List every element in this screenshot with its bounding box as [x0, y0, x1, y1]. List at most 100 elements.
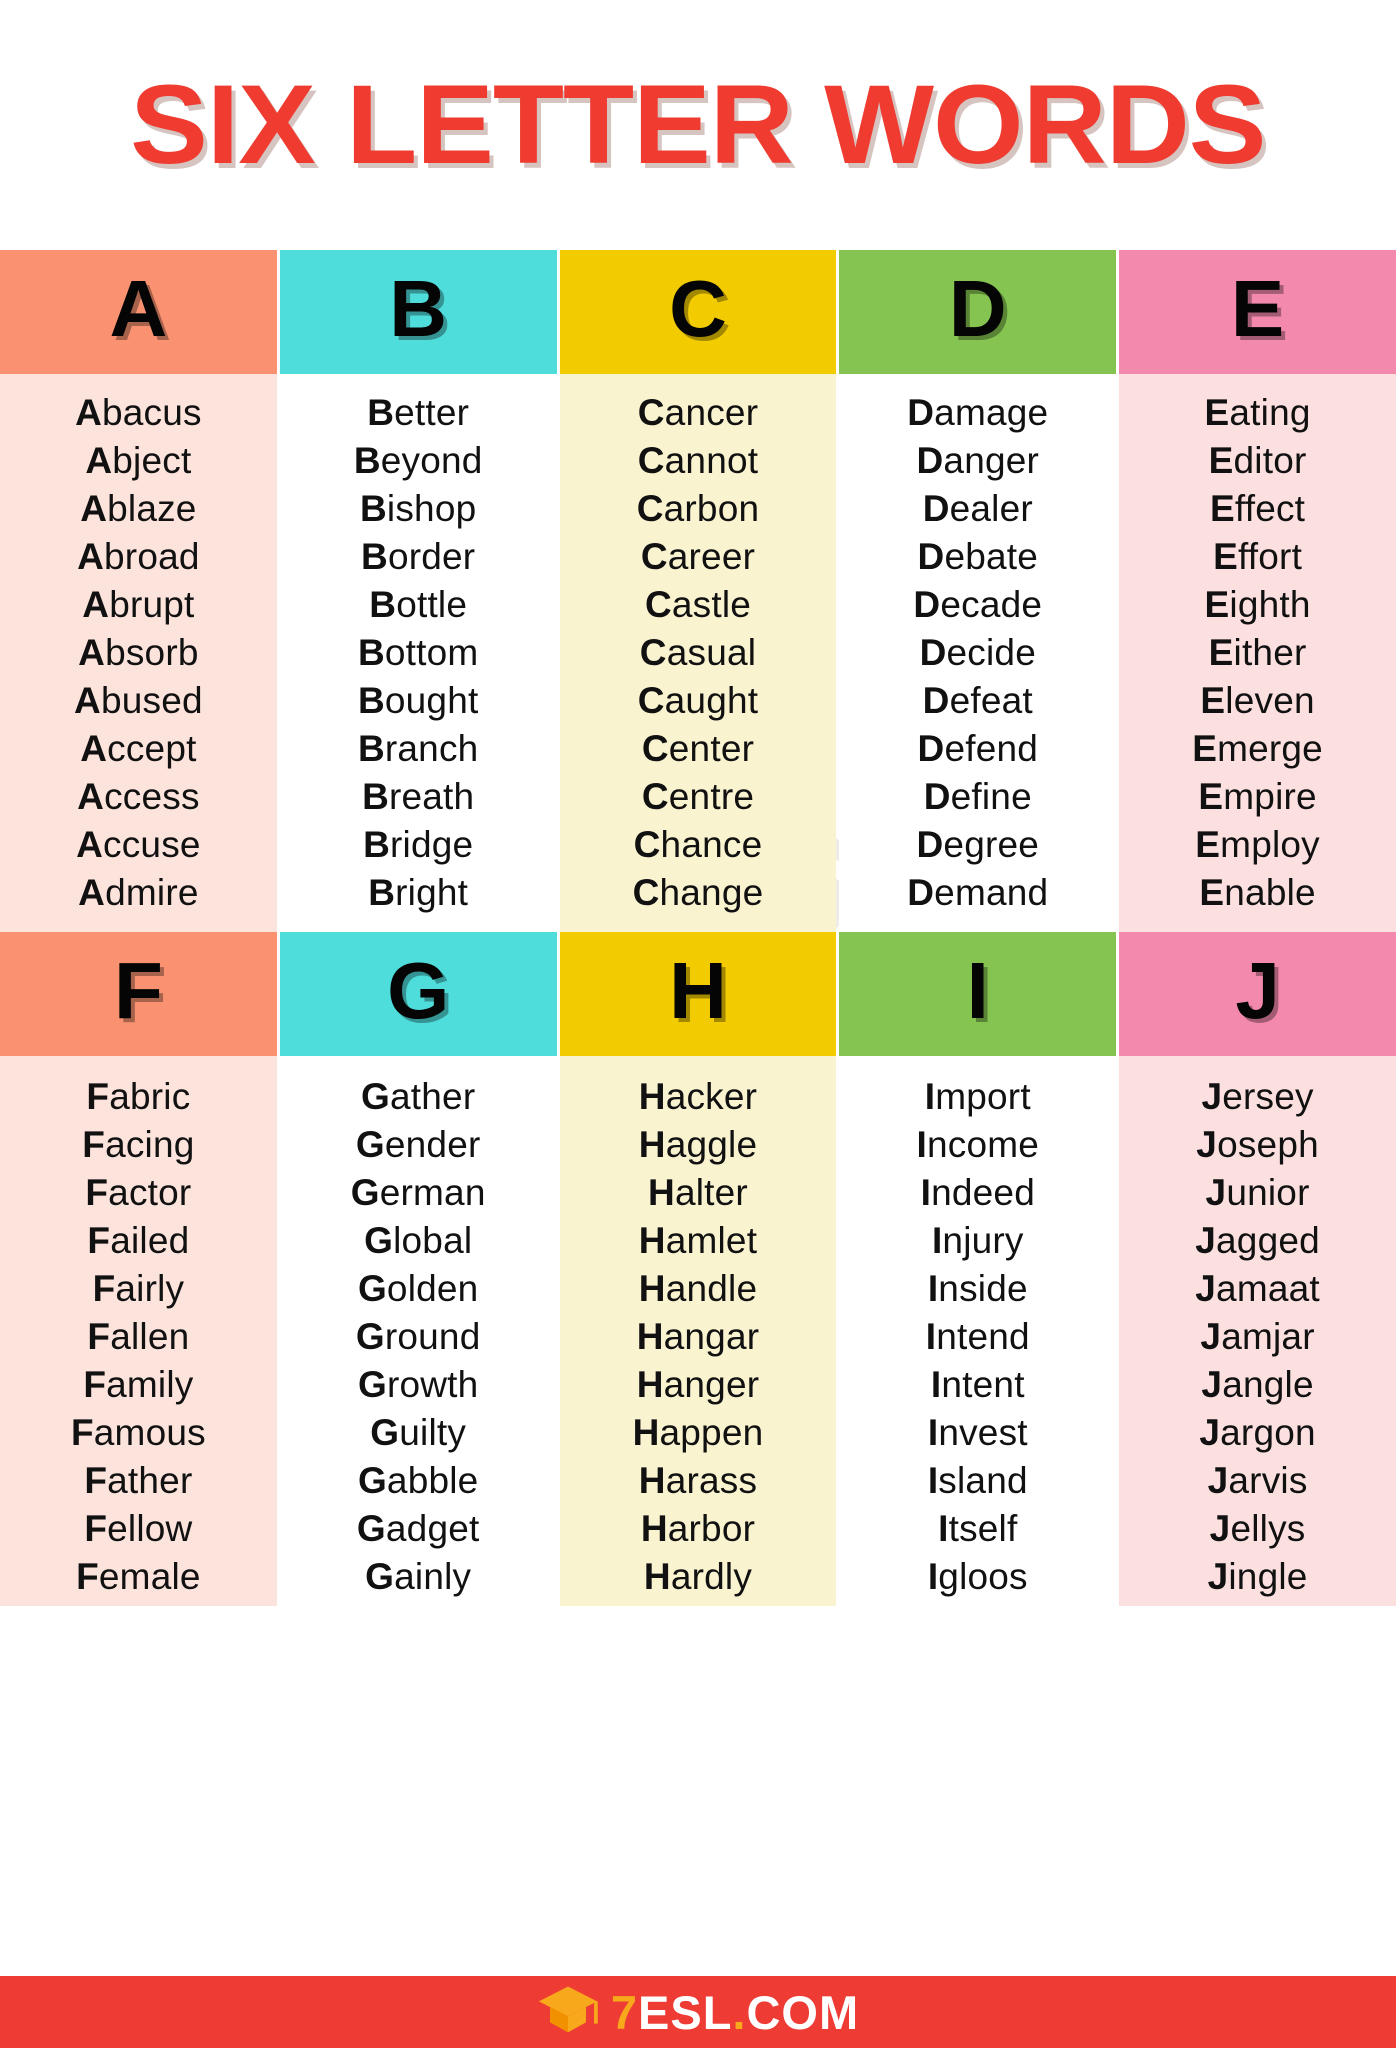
word-item: Beyond [354, 436, 483, 484]
word-remainder: ought [384, 679, 479, 721]
word-initial: D [922, 679, 950, 721]
word-item: Absorb [78, 628, 198, 676]
word-item: Center [642, 724, 754, 772]
word-item: Accept [80, 724, 196, 772]
word-initial: J [1207, 1555, 1229, 1597]
word-remainder: mpire [1223, 775, 1317, 817]
letter-header-b[interactable]: B [279, 250, 557, 374]
word-initial: J [1205, 1171, 1227, 1213]
letter-header-c[interactable]: C [559, 250, 837, 374]
word-initial: F [82, 1123, 106, 1165]
word-initial: E [1195, 823, 1221, 865]
word-initial: F [84, 1507, 108, 1549]
word-remainder: appen [659, 1411, 764, 1453]
word-initial: E [1204, 391, 1230, 433]
word-column-e: Eating Editor Effect Effort Eighth Either Elev… [1119, 374, 1396, 932]
word-remainder: round [384, 1315, 481, 1357]
word-column-j: Jersey Joseph Junior Jagged Jamaat Jamjar Jang… [1119, 1056, 1396, 1606]
word-item: Damage [907, 388, 1048, 436]
letter-header-row: F G H I J [0, 932, 1396, 1056]
word-item: Demand [907, 868, 1048, 916]
word-remainder: ighth [1229, 583, 1311, 625]
letter-section: A B C D E Abacus Abject Ablaze Abroad Abrupt Absor… [0, 250, 1396, 932]
word-initial: B [368, 871, 396, 913]
word-remainder: ingle [1228, 1555, 1308, 1597]
word-item: Eleven [1200, 676, 1314, 724]
word-initial: B [357, 727, 385, 769]
word-remainder: ishop [386, 487, 477, 529]
letter-section: F G H I J Fabric Facing Factor Failed Fairly Falle… [0, 932, 1396, 1606]
word-initial: B [357, 679, 385, 721]
page-title: SIX LETTER WORDS [130, 62, 1266, 187]
word-initial: B [353, 439, 381, 481]
word-initial: I [925, 1315, 937, 1357]
word-remainder: amlet [665, 1219, 758, 1261]
word-remainder: erman [379, 1171, 486, 1213]
word-initial: C [633, 823, 661, 865]
word-remainder: angar [663, 1315, 760, 1357]
word-initial: B [362, 775, 389, 817]
word-remainder: acker [665, 1075, 758, 1117]
word-item: Abacus [75, 388, 202, 436]
letter-header-g[interactable]: G [279, 932, 557, 1056]
letter-header-a[interactable]: A [0, 250, 277, 374]
word-remainder: uilty [399, 1411, 467, 1453]
word-item: Chance [634, 820, 763, 868]
word-remainder: ather [390, 1075, 476, 1117]
word-item: Dealer [923, 484, 1033, 532]
word-remainder: ender [384, 1123, 481, 1165]
word-initial: I [927, 1459, 939, 1501]
word-item: Degree [917, 820, 1040, 868]
word-initial: C [641, 775, 669, 817]
word-item: Change [633, 868, 764, 916]
word-item: Fellow [84, 1504, 192, 1552]
word-initial: A [78, 871, 106, 913]
word-remainder: brupt [109, 583, 195, 625]
word-remainder: ebate [944, 535, 1039, 577]
brand-dot: . [732, 1985, 747, 2039]
word-item: Factor [85, 1168, 191, 1216]
letter-header-f[interactable]: F [0, 932, 277, 1056]
word-item: Famous [71, 1408, 206, 1456]
word-remainder: nvest [938, 1411, 1028, 1453]
word-item: Junior [1206, 1168, 1310, 1216]
word-initial: G [361, 1075, 391, 1117]
word-remainder: argon [1220, 1411, 1316, 1453]
word-item: Jangle [1201, 1360, 1313, 1408]
brand-logo[interactable]: 7 ESL. COM [537, 1984, 859, 2041]
word-initial: H [632, 1411, 660, 1453]
word-initial: C [639, 631, 667, 673]
word-item: Decade [913, 580, 1042, 628]
word-item: Castle [645, 580, 751, 628]
word-item: Emerge [1192, 724, 1323, 772]
brand-esl: ESL [638, 1985, 733, 2039]
letter-header-i[interactable]: I [839, 932, 1117, 1056]
word-item: Haggle [639, 1120, 757, 1168]
word-remainder: broad [104, 535, 200, 577]
word-initial: J [1201, 1075, 1223, 1117]
letter-header-h[interactable]: H [559, 932, 837, 1056]
word-remainder: olden [386, 1267, 479, 1309]
letter-header-e[interactable]: E [1119, 250, 1396, 374]
letter-header-d[interactable]: D [839, 250, 1117, 374]
letter-header-j[interactable]: J [1119, 932, 1396, 1056]
word-remainder: angle [1222, 1363, 1314, 1405]
word-initial: J [1200, 1315, 1222, 1357]
word-item: Island [928, 1456, 1028, 1504]
word-initial: G [357, 1363, 387, 1405]
word-initial: E [1199, 871, 1225, 913]
word-item: Happen [633, 1408, 764, 1456]
letter-label: G [387, 946, 450, 1035]
word-item: Danger [917, 436, 1040, 484]
word-item: Jingle [1208, 1552, 1308, 1600]
word-item: Bishop [360, 484, 476, 532]
word-column-d: Damage Danger Dealer Debate Decade Decide Defe… [839, 374, 1117, 932]
word-remainder: ffect [1234, 487, 1306, 529]
word-remainder: ecide [946, 631, 1036, 673]
word-initial: C [641, 727, 669, 769]
word-initial: A [85, 439, 113, 481]
word-item: Enable [1199, 868, 1315, 916]
word-remainder: emale [98, 1555, 201, 1597]
word-initial: D [923, 775, 951, 817]
word-initial: D [916, 439, 944, 481]
